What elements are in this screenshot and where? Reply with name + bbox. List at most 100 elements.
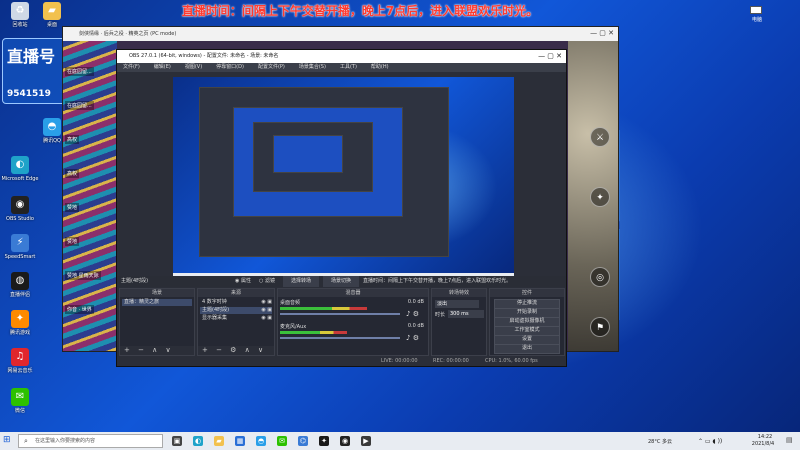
desktop-icon[interactable]: ◍ 直播伴侣 [0, 272, 40, 312]
game-icon: ✦ [11, 310, 29, 328]
store-icon[interactable]: ▦ [235, 436, 245, 446]
obs-window-controls[interactable]: — ▢ ✕ [522, 50, 562, 63]
qq-icon[interactable]: ◓ [256, 436, 266, 446]
game-chat-item: 在庭园留... [65, 67, 94, 76]
volume-slider[interactable] [280, 313, 400, 315]
taskbar-search-box[interactable]: ⌕ 在这里输入你要搜索的内容 [18, 434, 163, 448]
obs-menu-item[interactable]: 帮助(H) [371, 64, 389, 70]
desktop-icon[interactable]: ♫ 网易云音乐 [0, 348, 40, 388]
live-schedule-banner: 直播时间：间隔上下午交替开播，晚上7点后，进入联盟欢乐时光。 [181, 4, 539, 18]
tray-icons[interactable]: ⌃ ▭ ◖ )) [698, 438, 722, 445]
obs-menu-item[interactable]: 文件(F) [123, 64, 140, 70]
game-action-button-2[interactable]: ✦ [590, 187, 610, 207]
scenes-dock: 场景 直播：精灵之旅 + − ∧ ∨ [119, 288, 195, 356]
camera-icon: ◍ [11, 272, 29, 290]
game-chat-item: 高权 [65, 169, 80, 178]
duration-input[interactable]: 300 ms [448, 310, 484, 318]
game-window-titlebar[interactable]: 剑侠情缘 · 后兵之役 · 精英之页 (PC mode) [63, 27, 618, 41]
desktop-icon[interactable]: ⚡ SpeedSmart [0, 234, 40, 274]
scene-item[interactable]: 直播：精灵之旅 [122, 299, 192, 306]
file-explorer-icon[interactable]: ▰ [214, 436, 224, 446]
obs-menu-item[interactable]: 场景集合(S) [299, 64, 326, 70]
game-icon[interactable]: ✦ [319, 436, 329, 446]
computer-icon[interactable] [750, 6, 762, 14]
obs-titlebar[interactable]: OBS 27.0.1 (64-bit, windows) - 配置文件: 未命名… [117, 50, 566, 63]
control-button[interactable]: 退出 [494, 344, 560, 354]
weather-widget[interactable]: 28°C 多云 [648, 438, 672, 445]
source-item[interactable]: 4 数字时钟 ◉ ▣ [200, 299, 272, 306]
volume-meter [280, 307, 367, 310]
stream-overlay-badge: 直播号 9541519 [2, 38, 66, 104]
mixer-channel-db: 0.0 dB [407, 299, 424, 305]
obs-icon[interactable]: ◉ [340, 436, 350, 446]
desktop-icon-label: 腾讯游戏 [9, 330, 30, 336]
live-timer: LIVE: 00:00:00 [381, 358, 418, 364]
mute-speaker-icon[interactable]: ♪ ⚙ [406, 334, 419, 342]
volume-slider[interactable] [280, 337, 400, 339]
source-item[interactable]: 主题(4时段) ◉ ▣ [200, 307, 272, 314]
obs-window[interactable]: OBS 27.0.1 (64-bit, windows) - 配置文件: 未命名… [116, 49, 567, 367]
properties-radio[interactable]: ◉ 属性 [235, 276, 251, 287]
media-icon[interactable]: ▶ [361, 436, 371, 446]
badge-title: 直播号 [7, 47, 56, 66]
start-button[interactable]: ⊞ [3, 435, 13, 445]
edge-icon: ◐ [11, 156, 29, 174]
transition-button[interactable]: 选择转场 [283, 276, 319, 287]
obs-menu-item[interactable]: 配置文件(P) [258, 64, 285, 70]
mute-speaker-icon[interactable]: ♪ ⚙ [406, 310, 419, 318]
recycle-bin-icon: ♻ [11, 2, 29, 20]
computer-icon-label: 电脑 [751, 17, 762, 23]
transitions-dock: 转场特效 淡出 时长 300 ms [431, 288, 487, 356]
obs-title: OBS 27.0.1 (64-bit, windows) - 配置文件: 未命名… [129, 53, 279, 59]
obs-menu-item[interactable]: 工具(T) [340, 64, 357, 70]
duration-label: 时长 [435, 312, 446, 318]
desktop-icon[interactable]: ◉ OBS Studio [0, 196, 40, 236]
clock-date[interactable]: 2021/8/4 [744, 441, 782, 447]
desktop-icon[interactable]: ◐ Microsoft Edge [0, 156, 40, 196]
desktop-icon[interactable]: ✦ 腾讯游戏 [0, 310, 40, 350]
obs-menu-item[interactable]: 编辑(E) [154, 64, 171, 70]
desktop-icon-label: 网易云音乐 [7, 368, 33, 374]
filters-radio[interactable]: ○ 滤镜 [259, 276, 275, 287]
visibility-eye-icon[interactable]: ◉ ▣ [261, 299, 272, 306]
music-icon: ♫ [11, 348, 29, 366]
controls-dock: 控件 停止推流 开始录制 启动虚拟摄像机 工作室模式 设置 退出 [489, 288, 565, 356]
game-chat-item: 你音 · 世界 [65, 305, 94, 314]
mixer-dock: 混音器 桌面音频 0.0 dB ♪ ⚙ 麦克风/Aux 0.0 dB ♪ ⚙ [277, 288, 429, 356]
task-view-icon[interactable]: ▣ [172, 436, 182, 446]
obs-status-bar: LIVE: 00:00:00 REC: 00:00:00 CPU: 1.0%, … [117, 356, 566, 366]
scenes-dock-header: 场景 [120, 289, 194, 297]
mixer-channel-name: 桌面音频 [280, 300, 301, 306]
game-chat-item: 赞地 [65, 237, 80, 246]
text-source-marquee: 直播时间：间隔上下午交替开播，晚上7点后，进入联盟欢乐时光。 [363, 278, 512, 284]
game-action-button-3[interactable]: ◎ [590, 267, 610, 287]
transition-type-select[interactable]: 淡出 [435, 300, 479, 308]
source-item[interactable]: 显示器采集 ◉ ▣ [200, 315, 272, 322]
edge-icon[interactable]: ◐ [193, 436, 203, 446]
notification-icon[interactable]: ▤ [786, 436, 796, 446]
game-action-button-1[interactable]: ⚔ [590, 127, 610, 147]
desktop-icon-label: SpeedSmart [4, 254, 36, 260]
properties-label: 属性 [240, 278, 251, 284]
desktop-icon[interactable]: ✉ 微信 [0, 388, 40, 428]
mixer-channel-db: 0.0 dB [407, 323, 424, 329]
sources-dock-toolbar[interactable]: + − ⚙ ∧ ∨ [198, 346, 274, 355]
rec-timer: REC: 00:00:00 [433, 358, 469, 364]
obs-preview[interactable] [173, 77, 514, 283]
transitions-dock-header: 转场特效 [432, 289, 486, 297]
game-action-button-4[interactable]: ⚑ [590, 317, 610, 337]
clock-time[interactable]: 14:22 [752, 434, 778, 440]
sources-dock-header: 来源 [198, 289, 274, 297]
visibility-eye-icon[interactable]: ◉ ▣ [261, 315, 272, 322]
obs-menu-item[interactable]: 停靠窗口(D) [216, 64, 244, 70]
scene-switch-button[interactable]: 场景切换 [323, 276, 359, 287]
obs-menu-item[interactable]: 视图(V) [185, 64, 202, 70]
game-window-controls[interactable]: — ▢ ✕ [574, 29, 614, 39]
wechat-icon[interactable]: ✉ [277, 436, 287, 446]
network-icon[interactable]: ⌬ [298, 436, 308, 446]
visibility-eye-icon[interactable]: ◉ ▣ [261, 307, 272, 314]
qq-icon: ◓ [43, 118, 61, 136]
source-item-label: 主题(4时段) [202, 307, 230, 313]
scenes-dock-toolbar[interactable]: + − ∧ ∨ [120, 346, 194, 355]
source-item-label: 4 数字时钟 [202, 299, 227, 305]
